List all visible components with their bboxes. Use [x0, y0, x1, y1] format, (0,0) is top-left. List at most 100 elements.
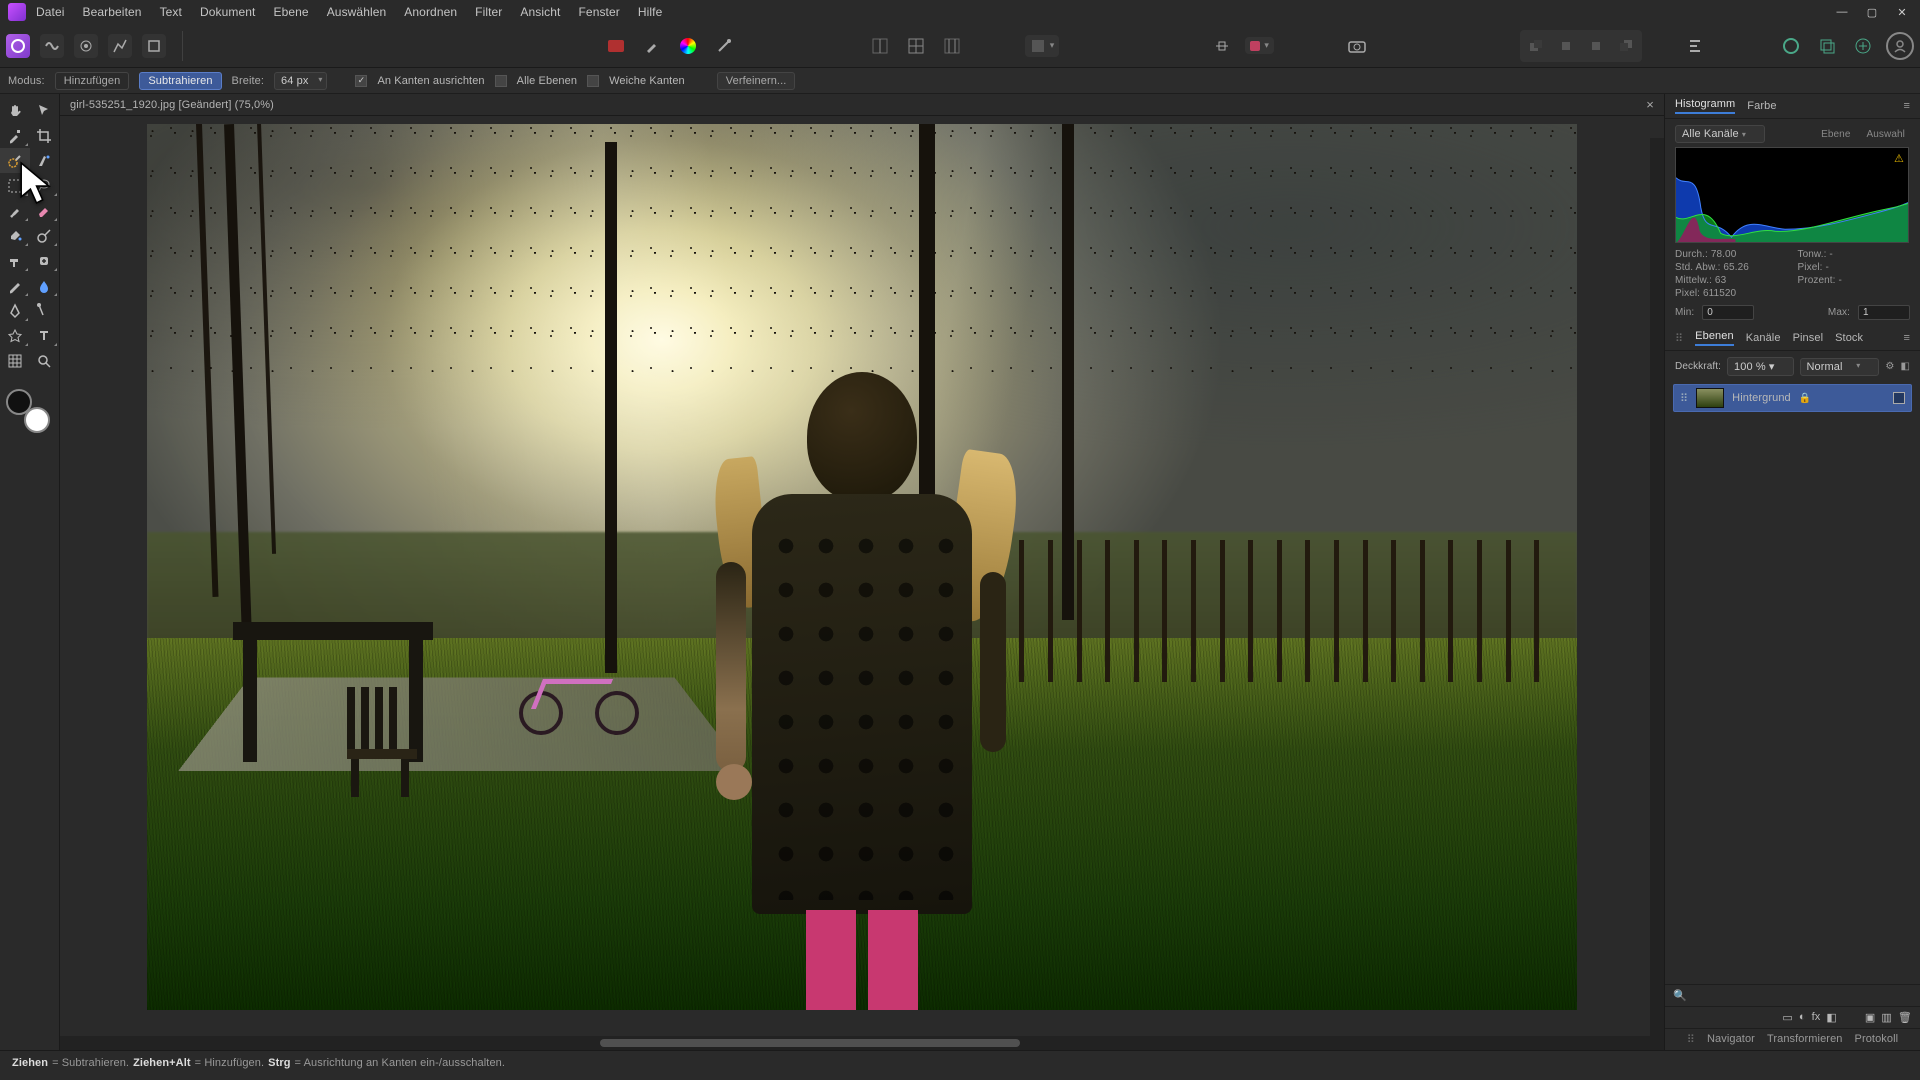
menu-help[interactable]: Hilfe [638, 5, 663, 19]
marquee-tool[interactable] [0, 173, 30, 198]
pen-tool[interactable] [0, 298, 30, 323]
camera-icon[interactable] [1344, 33, 1370, 59]
grid-c-icon[interactable] [939, 33, 965, 59]
close-button[interactable]: ✕ [1888, 2, 1916, 22]
snap-checkbox[interactable]: ✓ [355, 75, 367, 87]
clone-tool[interactable] [0, 248, 30, 273]
canvas-viewport[interactable] [60, 116, 1664, 1036]
layer-item-background[interactable]: ⠿ Hintergrund 🔒 [1673, 384, 1912, 412]
panel-menu-icon[interactable]: ≡ [1903, 100, 1910, 112]
align-icon[interactable] [1209, 33, 1235, 59]
group-icon[interactable]: ▣ [1865, 1011, 1876, 1024]
menu-arrange[interactable]: Anordnen [404, 5, 457, 19]
mode-add-button[interactable]: Hinzufügen [55, 72, 130, 90]
heal-tool[interactable] [30, 248, 60, 273]
text-tool[interactable] [30, 323, 60, 348]
tab-channels[interactable]: Kanäle [1746, 332, 1781, 344]
adjustment-icon[interactable]: ◐ [1799, 1011, 1806, 1024]
align-panel-icon[interactable] [1682, 33, 1708, 59]
blend-icon[interactable]: ◧ [1826, 1011, 1837, 1024]
tab-close-button[interactable]: × [1646, 97, 1654, 112]
foreground-swatch[interactable] [6, 389, 32, 415]
all-layers-checkbox[interactable] [495, 75, 507, 87]
mask-icon[interactable]: ▭ [1782, 1011, 1793, 1024]
color-picker-tool[interactable] [0, 123, 30, 148]
color-swatches[interactable] [6, 389, 50, 433]
width-select[interactable]: 64 px ▾ [274, 72, 327, 90]
arrange-front-icon[interactable] [1613, 33, 1639, 59]
menu-text[interactable]: Text [160, 5, 182, 19]
dodge-tool[interactable] [30, 223, 60, 248]
menu-file[interactable]: Datei [36, 5, 65, 19]
channel-select[interactable]: Alle Kanäle ▾ [1675, 125, 1765, 143]
quickmask-dropdown[interactable]: ▾ [1025, 35, 1060, 57]
mode-subtract-button[interactable]: Subtrahieren [139, 72, 221, 90]
grid-a-icon[interactable] [867, 33, 893, 59]
move-tool[interactable] [30, 98, 60, 123]
menu-view[interactable]: Ansicht [520, 5, 560, 19]
crop-tool[interactable] [30, 123, 60, 148]
tab-transform[interactable]: Transformieren [1767, 1033, 1843, 1046]
menu-filter[interactable]: Filter [475, 5, 502, 19]
search-layers-icon[interactable]: 🔍 [1673, 989, 1687, 1002]
hand-tool[interactable] [0, 98, 30, 123]
arrange-forward-icon[interactable] [1583, 33, 1609, 59]
delete-layer-icon[interactable]: 🗑 [1898, 1011, 1912, 1024]
shape-tool[interactable] [0, 323, 30, 348]
menu-edit[interactable]: Bearbeiten [83, 5, 142, 19]
swatch-red-icon[interactable] [603, 33, 629, 59]
tab-layers[interactable]: Ebenen [1695, 330, 1734, 346]
layer-link-icon[interactable]: ◧ [1900, 361, 1910, 372]
brush-icon[interactable] [639, 33, 665, 59]
smudge-tool[interactable] [30, 273, 60, 298]
tab-navigator[interactable]: Navigator [1707, 1033, 1755, 1046]
persona-liquify[interactable] [40, 34, 64, 58]
canvas-image[interactable] [147, 124, 1577, 1010]
tab-stock[interactable]: Stock [1835, 332, 1863, 344]
arrange-backward-icon[interactable] [1553, 33, 1579, 59]
hist-min-input[interactable] [1702, 305, 1754, 320]
hist-selection-toggle[interactable]: Auswahl [1862, 127, 1911, 142]
flood-select-tool[interactable] [30, 148, 60, 173]
horizontal-scrollbar[interactable] [60, 1036, 1664, 1050]
mesh-tool[interactable] [0, 348, 30, 373]
menu-layer[interactable]: Ebene [273, 5, 308, 19]
persona-export[interactable] [142, 34, 166, 58]
blend-mode-select[interactable]: Normal ▾ [1800, 358, 1880, 376]
sync-a-icon[interactable] [1778, 33, 1804, 59]
refine-button[interactable]: Verfeinern... [717, 72, 796, 90]
add-layer-icon[interactable]: ▥ [1881, 1011, 1892, 1024]
persona-photo[interactable] [6, 34, 30, 58]
tab-brushes[interactable]: Pinsel [1793, 332, 1824, 344]
zoom-tool[interactable] [30, 348, 60, 373]
menu-document[interactable]: Dokument [200, 5, 256, 19]
hist-layer-toggle[interactable]: Ebene [1816, 127, 1855, 142]
hist-max-input[interactable] [1858, 305, 1910, 320]
sync-b-icon[interactable] [1814, 33, 1840, 59]
minimize-button[interactable]: — [1828, 2, 1856, 22]
document-tab[interactable]: girl-535251_1920.jpg [Geändert] (75,0%) … [60, 94, 1664, 116]
grid-b-icon[interactable] [903, 33, 929, 59]
fill-tool[interactable] [0, 223, 30, 248]
node-tool[interactable] [30, 298, 60, 323]
opacity-select[interactable]: 100 % ▾ [1727, 357, 1793, 376]
paint-brush-tool[interactable] [0, 198, 30, 223]
vertical-scrollbar[interactable] [1650, 138, 1664, 1036]
pencil-tool[interactable] [0, 273, 30, 298]
layer-gear-icon[interactable]: ⚙ [1885, 361, 1894, 372]
layers-menu-icon[interactable]: ≡ [1903, 332, 1910, 344]
eraser-tool[interactable] [30, 198, 60, 223]
menu-select[interactable]: Auswählen [327, 5, 387, 19]
account-icon[interactable] [1886, 32, 1914, 60]
tab-histogram[interactable]: Histogramm [1675, 98, 1735, 114]
selection-brush-tool[interactable] [0, 148, 30, 173]
color-wheel-icon[interactable] [675, 33, 701, 59]
sync-c-icon[interactable] [1850, 33, 1876, 59]
wand-icon[interactable] [711, 33, 737, 59]
arrange-back-icon[interactable] [1523, 33, 1549, 59]
tab-color[interactable]: Farbe [1747, 100, 1776, 112]
fx-icon[interactable]: fx [1812, 1011, 1821, 1024]
lasso-tool[interactable] [30, 173, 60, 198]
maximize-button[interactable]: ▢ [1858, 2, 1886, 22]
snap-dropdown[interactable]: ▾ [1245, 37, 1274, 54]
